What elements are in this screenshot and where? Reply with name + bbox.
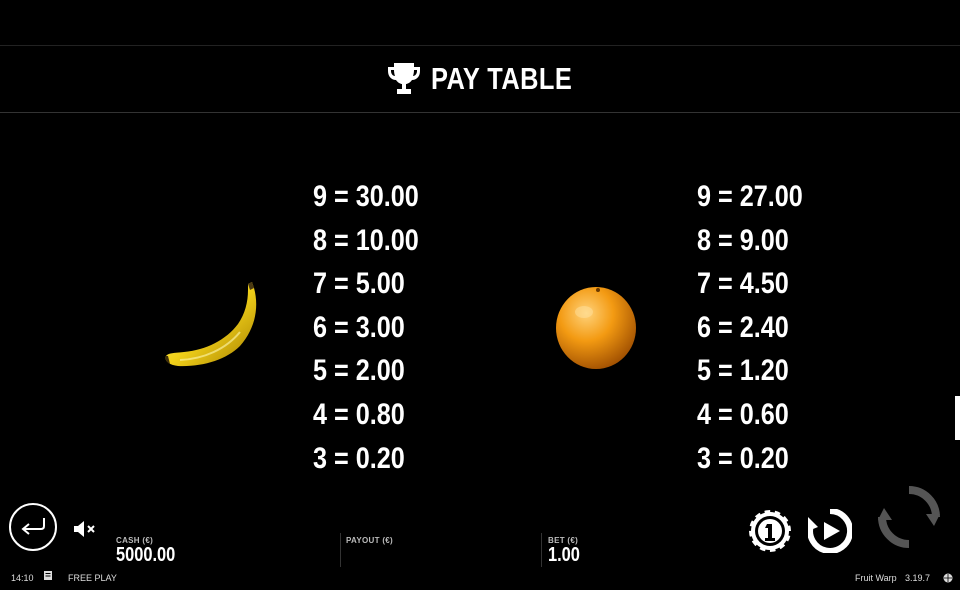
banana-symbol-icon xyxy=(165,282,257,367)
game-name: Fruit Warp xyxy=(855,573,897,583)
top-edge xyxy=(0,0,960,3)
orange-symbol-icon xyxy=(556,287,636,369)
divider xyxy=(541,533,542,567)
payout-row: 5 = 1.20 xyxy=(697,354,789,388)
autoplay-button[interactable] xyxy=(808,509,852,553)
cash-value: 5000.00 xyxy=(116,544,176,566)
clock: 14:10 xyxy=(11,573,34,583)
mute-icon[interactable] xyxy=(72,518,96,540)
back-icon xyxy=(21,518,45,535)
trophy-icon xyxy=(387,63,420,94)
pay-table-header: PAY TABLE xyxy=(0,45,960,113)
payout-row: 5 = 2.00 xyxy=(313,354,405,388)
payout-row: 9 = 27.00 xyxy=(697,180,803,213)
play-mode: FREE PLAY xyxy=(68,573,117,583)
globe-icon[interactable] xyxy=(943,573,953,583)
orange-payouts: 9 = 27.00 8 = 9.00 7 = 4.50 6 = 2.40 5 =… xyxy=(697,175,823,480)
page-title: PAY TABLE xyxy=(430,61,573,96)
payout-row: 8 = 9.00 xyxy=(697,223,789,257)
game-version: 3.19.7 xyxy=(905,573,931,583)
payout-row: 8 = 10.00 xyxy=(313,223,419,257)
payout-row: 9 = 30.00 xyxy=(313,180,419,213)
payout-row: 3 = 0.20 xyxy=(697,441,789,475)
payout-row: 7 = 4.50 xyxy=(697,267,789,301)
side-panel-handle[interactable] xyxy=(955,396,960,440)
document-icon[interactable] xyxy=(44,571,52,580)
payout-row: 7 = 5.00 xyxy=(313,267,405,301)
bet-chip-button[interactable] xyxy=(748,509,792,553)
spin-button[interactable] xyxy=(878,486,940,548)
divider xyxy=(340,533,341,567)
payout-row: 4 = 0.80 xyxy=(313,397,405,431)
banana-payouts: 9 = 30.00 8 = 10.00 7 = 5.00 6 = 3.00 5 … xyxy=(313,175,439,480)
payout-label: PAYOUT (€) xyxy=(346,536,394,545)
back-button[interactable] xyxy=(9,503,57,551)
payout-row: 6 = 3.00 xyxy=(313,310,405,344)
payout-row: 6 = 2.40 xyxy=(697,310,789,344)
payout-row: 4 = 0.60 xyxy=(697,397,789,431)
payout-row: 3 = 0.20 xyxy=(313,441,405,475)
bet-value: 1.00 xyxy=(548,544,580,566)
